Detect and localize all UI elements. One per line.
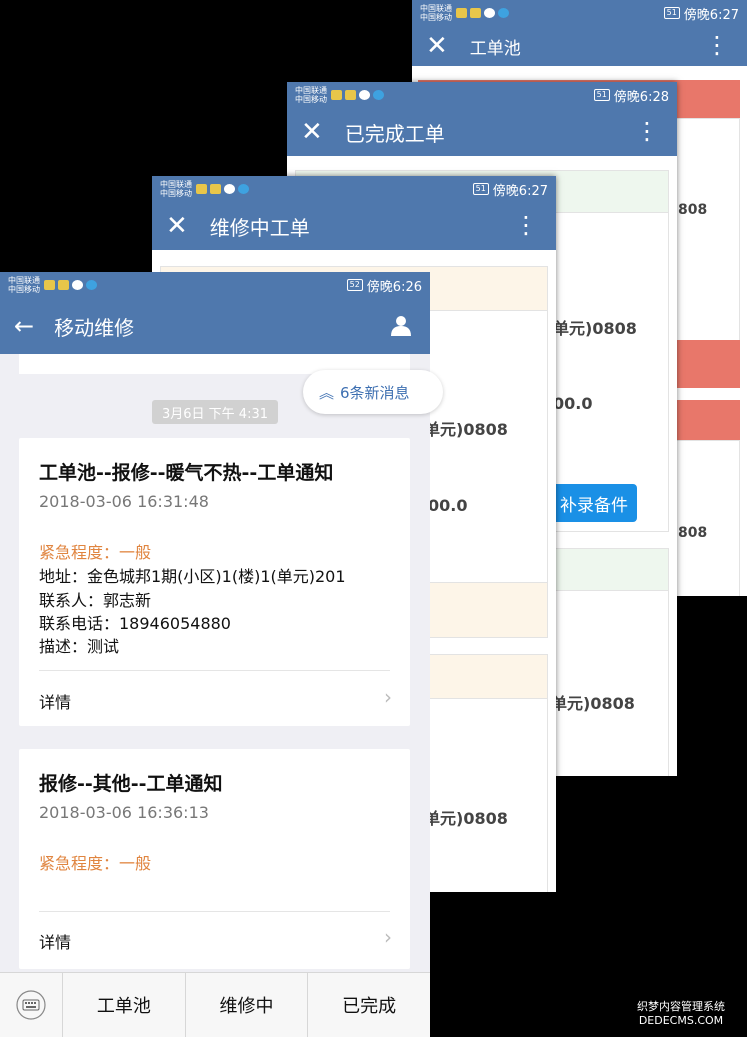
app-bar: ← 移动维修	[0, 298, 430, 354]
chevron-right-icon: ›	[384, 925, 392, 949]
order-partial-text: 00.0	[428, 496, 468, 515]
detail-link[interactable]: 详情	[39, 689, 71, 713]
order-partial-text: 单元)0808	[551, 694, 635, 713]
urgency-label: 紧急程度：一般	[39, 543, 152, 562]
carrier-label: 中国联通 中国移动	[8, 276, 40, 294]
app-bar: ✕ 维修中工单 ⋮	[152, 202, 556, 250]
new-messages-label: 6条新消息	[340, 383, 410, 402]
address-label: 地址：金色城邦1期(小区)1(楼)1(单元)201	[39, 567, 346, 586]
user-icon[interactable]	[390, 314, 412, 336]
carrier-label: 中国联通 中国移动	[420, 4, 452, 22]
contact-label: 联系人：郭志新	[39, 591, 152, 610]
app-bar: ✕ 工单池 ⋮	[412, 26, 747, 66]
status-bar: 中国联通 中国移动 51 傍晚6:28	[287, 82, 677, 108]
notification-icons	[196, 184, 249, 194]
battery-icon: 51	[472, 183, 489, 195]
double-chevron-up-icon: ︽	[319, 383, 335, 402]
order-partial-text: 单元)0808	[424, 420, 508, 439]
clock-label: 傍晚6:26	[366, 279, 422, 295]
notification-icons	[44, 280, 97, 290]
page-title: 移动维修	[54, 315, 135, 340]
page-title: 已完成工单	[344, 121, 445, 146]
bottom-tab-bar: 工单池 维修中 已完成	[0, 972, 430, 1037]
order-partial-text: 00.0	[553, 394, 593, 413]
chevron-right-icon: ›	[384, 685, 392, 709]
description-label: 描述：测试	[39, 637, 120, 656]
watermark: 织梦内容管理系统 DEDECMS.COM	[637, 1000, 725, 1027]
supplement-parts-button[interactable]: 补录备件	[551, 484, 637, 522]
notification-icons	[331, 90, 384, 100]
page-title: 工单池	[469, 38, 521, 59]
detail-link[interactable]: 详情	[39, 929, 71, 953]
order-partial-text: 单元)0808	[553, 319, 637, 338]
clock-label: 傍晚6:27	[683, 7, 739, 23]
order-partial-text: 808	[678, 202, 708, 218]
order-partial-text: 808	[678, 525, 708, 541]
divider	[39, 670, 390, 671]
card-title: 报修--其他--工单通知	[39, 773, 223, 795]
carrier-label: 中国联通 中国移动	[295, 86, 327, 104]
more-vert-icon[interactable]: ⋮	[514, 212, 538, 238]
status-bar: 中国联通 中国移动 51 傍晚6:27	[152, 176, 556, 202]
divider	[39, 911, 390, 912]
app-bar: ✕ 已完成工单 ⋮	[287, 108, 677, 156]
clock-label: 傍晚6:27	[492, 183, 548, 199]
new-messages-pill[interactable]: ︽ 6条新消息	[303, 370, 443, 414]
carrier-label: 中国联通 中国移动	[160, 180, 192, 198]
tab-completed[interactable]: 已完成	[308, 973, 430, 1037]
card-time: 2018-03-06 16:31:48	[39, 492, 209, 511]
card-title: 工单池--报修--暖气不热--工单通知	[39, 462, 334, 484]
work-order-card[interactable]: 报修--其他--工单通知 2018-03-06 16:36:13 紧急程度：一般…	[19, 749, 410, 969]
battery-icon: 51	[663, 7, 680, 19]
order-partial-text: 单元)0808	[424, 809, 508, 828]
date-chip: 3月6日 下午 4:31	[152, 400, 278, 424]
tab-repairing[interactable]: 维修中	[186, 973, 309, 1037]
close-icon[interactable]: ✕	[166, 213, 188, 239]
notification-icons	[456, 8, 509, 18]
close-icon[interactable]: ✕	[426, 33, 448, 59]
work-order-card[interactable]: 工单池--报修--暖气不热--工单通知 2018-03-06 16:31:48 …	[19, 438, 410, 726]
phone-label: 联系电话：18946054880	[39, 614, 231, 633]
status-bar: 中国联通 中国移动 51 傍晚6:27	[412, 0, 747, 26]
urgency-label: 紧急程度：一般	[39, 854, 152, 873]
more-vert-icon[interactable]: ⋮	[705, 32, 729, 58]
battery-icon: 52	[346, 279, 363, 291]
clock-label: 傍晚6:28	[613, 89, 669, 105]
battery-icon: 51	[593, 89, 610, 101]
more-vert-icon[interactable]: ⋮	[635, 118, 659, 144]
page-title: 维修中工单	[209, 215, 310, 240]
arrow-left-icon[interactable]: ←	[14, 312, 34, 340]
tab-work-order-pool[interactable]: 工单池	[63, 973, 186, 1037]
card-time: 2018-03-06 16:36:13	[39, 803, 209, 822]
status-bar: 中国联通 中国移动 52 傍晚6:26	[0, 272, 430, 298]
close-icon[interactable]: ✕	[301, 119, 323, 145]
keyboard-icon[interactable]	[0, 973, 63, 1037]
